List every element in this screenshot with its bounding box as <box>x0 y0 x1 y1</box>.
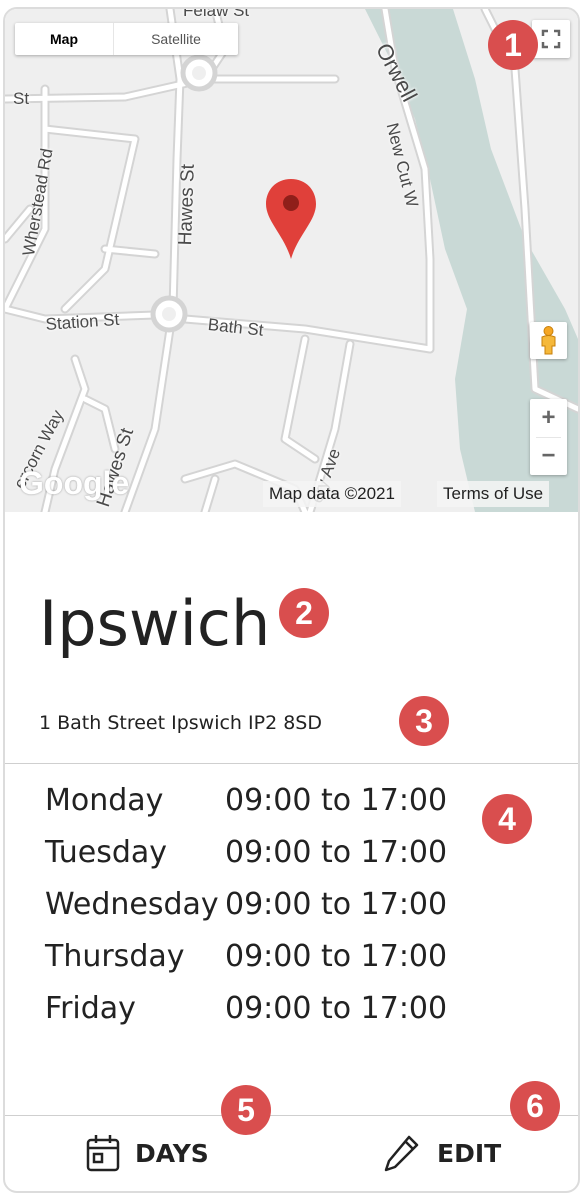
hours-day: Thursday <box>45 939 185 974</box>
hours-row: Wednesday 09:00 to 17:00 <box>45 879 447 931</box>
edit-button-label: EDIT <box>437 1138 502 1168</box>
divider <box>5 763 578 764</box>
street-view-button[interactable] <box>530 322 567 359</box>
hours-row: Friday 09:00 to 17:00 <box>45 983 447 1035</box>
location-title: Ipswich <box>39 587 271 660</box>
map-label-felaw: Felaw St <box>183 9 250 20</box>
days-button-label: DAYS <box>135 1138 209 1168</box>
fullscreen-button[interactable] <box>532 20 570 58</box>
hours-time: 09:00 to 17:00 <box>225 939 448 974</box>
days-button[interactable]: DAYS <box>85 1129 209 1177</box>
hours-time: 09:00 to 17:00 <box>225 783 448 818</box>
annotation-badge-4: 4 <box>482 794 532 844</box>
zoom-in-button[interactable]: + <box>530 399 567 437</box>
hours-row: Thursday 09:00 to 17:00 <box>45 931 447 983</box>
map-type-control: Map Satellite <box>15 23 238 55</box>
location-address: 1 Bath Street Ipswich IP2 8SD <box>39 712 322 734</box>
zoom-out-button[interactable]: − <box>530 437 567 475</box>
opening-hours: Monday 09:00 to 17:00 Tuesday 09:00 to 1… <box>45 775 447 1035</box>
hours-time: 09:00 to 17:00 <box>225 991 448 1026</box>
zoom-divider <box>536 437 561 438</box>
calendar-icon <box>86 1135 120 1172</box>
hours-day: Wednesday <box>45 887 219 922</box>
annotation-badge-3: 3 <box>399 696 449 746</box>
zoom-control: + − <box>530 399 567 475</box>
map-pin-icon[interactable] <box>264 177 318 261</box>
map-label-hawes-upper: Hawes St <box>175 163 199 246</box>
hours-time: 09:00 to 17:00 <box>225 887 448 922</box>
map-label-st: St <box>13 89 30 108</box>
google-logo: Google <box>19 465 130 501</box>
edit-button[interactable]: EDIT <box>383 1129 501 1177</box>
annotation-badge-6: 6 <box>510 1081 560 1131</box>
card-footer: DAYS EDIT <box>5 1117 578 1191</box>
map-attribution: Map data ©2021 <box>263 481 401 507</box>
hours-day: Friday <box>45 991 136 1026</box>
annotation-badge-2: 2 <box>279 588 329 638</box>
annotation-badge-5: 5 <box>221 1085 271 1135</box>
hours-row: Tuesday 09:00 to 17:00 <box>45 827 447 879</box>
map-view[interactable]: Orwell St Wherstead Rd Hawes St New Cut … <box>5 9 578 512</box>
hours-time: 09:00 to 17:00 <box>225 835 448 870</box>
hours-day: Monday <box>45 783 164 818</box>
hours-day: Tuesday <box>45 835 168 870</box>
terms-of-use-link[interactable]: Terms of Use <box>437 481 550 507</box>
map-type-map-button[interactable]: Map <box>15 23 114 55</box>
hours-row: Monday 09:00 to 17:00 <box>45 775 447 827</box>
footer-divider <box>5 1115 578 1116</box>
fullscreen-icon <box>541 29 561 49</box>
pencil-icon <box>384 1135 419 1172</box>
annotation-badge-1: 1 <box>488 20 538 70</box>
map-type-satellite-button[interactable]: Satellite <box>114 23 238 55</box>
pegman-icon <box>541 326 556 355</box>
